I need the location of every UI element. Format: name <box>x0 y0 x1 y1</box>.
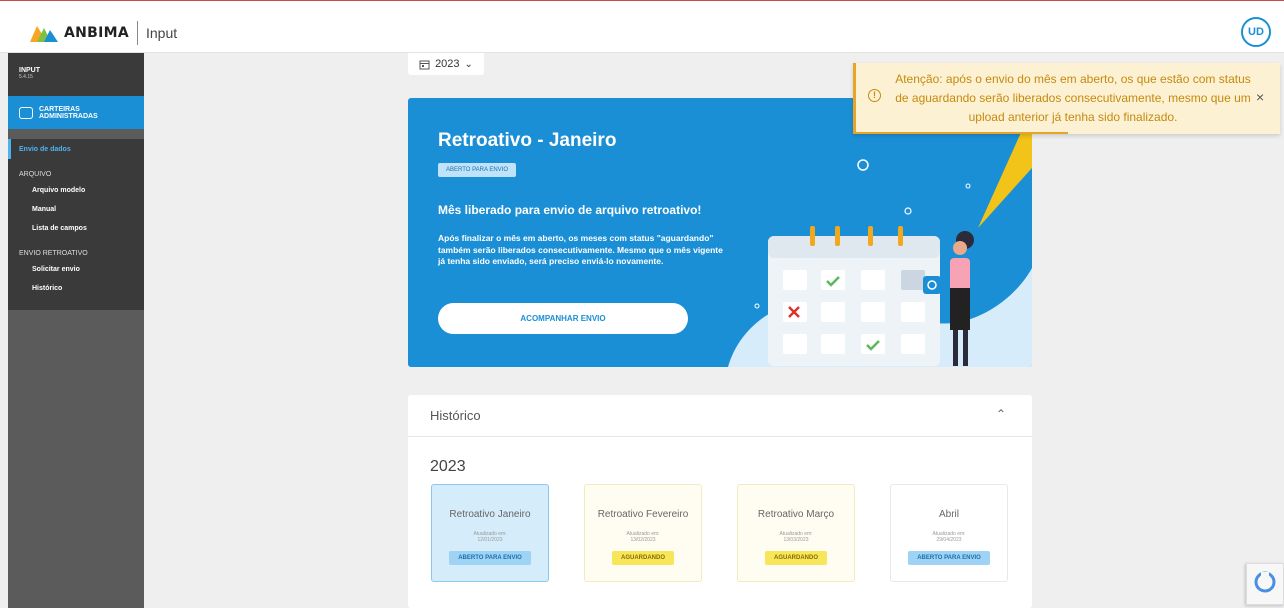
year-value: 2023 <box>435 58 460 70</box>
sidebar-item-lista-de-campos[interactable]: Lista de campos <box>8 219 144 238</box>
sidebar-item-envio-de-dados[interactable]: Envio de dados <box>8 139 144 159</box>
historico-year: 2023 <box>430 458 466 475</box>
year-selector[interactable]: 2023 ⌄ <box>408 53 484 75</box>
status-badge: ABERTO PARA ENVIO <box>438 163 517 177</box>
status-badge: ABERTO PARA ENVIO <box>908 551 990 565</box>
anbima-logo-icon <box>30 26 58 42</box>
month-name: Retroativo Fevereiro <box>597 508 689 520</box>
month-card-abril[interactable]: Abril Atualizado em: 29/04/2023 ABERTO P… <box>890 484 1008 582</box>
status-badge: AGUARDANDO <box>765 551 827 565</box>
toast-message: Atenção: após o envio do mês em aberto, … <box>895 72 1251 124</box>
sidebar-app-info: INPUT 5.4.15 <box>8 53 144 96</box>
sidebar-item-manual[interactable]: Manual <box>8 200 144 219</box>
month-card-janeiro[interactable]: Retroativo Janeiro Atualizado em: 12/01/… <box>431 484 549 582</box>
sidebar-menu: Envio de dados ARQUIVO Arquivo modelo Ma… <box>8 139 144 310</box>
close-icon[interactable]: × <box>1256 88 1264 107</box>
recaptcha-icon <box>1254 571 1276 593</box>
sidebar-section-envio-retroativo: ENVIO RETROATIVO <box>19 249 88 257</box>
hero-description: Após finalizar o mês em aberto, os meses… <box>438 233 723 266</box>
historico-panel: Histórico ⌃ 2023 Retroativo Janeiro Atua… <box>408 395 1032 608</box>
sidebar-item-arquivo-modelo[interactable]: Arquivo modelo <box>8 181 144 200</box>
module-label-line2: ADMINISTRADAS <box>39 112 98 120</box>
top-header: ANBIMA Input UD <box>0 0 1284 53</box>
module-label-line1: CARTEIRAS <box>39 105 80 113</box>
sidebar-module-carteiras[interactable]: CARTEIRAS ADMINISTRADAS <box>8 96 144 129</box>
anbima-logo[interactable]: ANBIMA Input <box>30 21 177 45</box>
app-name: Input <box>146 25 178 41</box>
month-card-marco[interactable]: Retroativo Março Atualizado em: 13/03/20… <box>737 484 855 582</box>
retroativo-hero-card: Retroativo - Janeiro ABERTO PARA ENVIO M… <box>408 98 1032 367</box>
sidebar-item-historico[interactable]: Histórico <box>8 279 144 298</box>
calendar-illustration <box>728 108 1032 367</box>
status-badge: ABERTO PARA ENVIO <box>449 551 531 565</box>
chevron-up-icon[interactable]: ⌃ <box>996 407 1006 421</box>
briefcase-icon <box>19 106 33 119</box>
month-updated-date: 13/02/2023 <box>630 537 656 543</box>
chevron-down-icon: ⌄ <box>464 58 473 70</box>
sidebar: INPUT 5.4.15 CARTEIRAS ADMINISTRADAS Env… <box>8 53 144 608</box>
sidebar-item-solicitar-envio[interactable]: Solicitar envio <box>8 260 144 279</box>
sidebar-title: INPUT <box>19 67 40 74</box>
month-name: Retroativo Janeiro <box>449 508 531 520</box>
month-name: Retroativo Março <box>757 508 835 520</box>
sidebar-section-arquivo: ARQUIVO <box>19 170 52 178</box>
toast-progress-bar <box>856 132 1068 134</box>
month-updated-date: 29/04/2023 <box>936 537 962 543</box>
alert-circle-icon: ! <box>868 89 881 102</box>
status-badge: AGUARDANDO <box>612 551 674 565</box>
month-card-fevereiro[interactable]: Retroativo Fevereiro Atualizado em: 13/0… <box>584 484 702 582</box>
warning-toast: ! Atenção: após o envio do mês em aberto… <box>853 63 1280 134</box>
recaptcha-badge[interactable] <box>1246 563 1284 605</box>
hero-title: Retroativo - Janeiro <box>438 130 617 151</box>
month-name: Abril <box>938 508 959 520</box>
calendar-icon <box>419 60 430 69</box>
month-updated-date: 13/03/2023 <box>783 537 809 543</box>
brand-name: ANBIMA <box>64 25 129 41</box>
user-avatar[interactable]: UD <box>1241 17 1271 47</box>
acompanhar-envio-button[interactable]: ACOMPANHAR ENVIO <box>438 303 688 334</box>
hero-subtitle: Mês liberado para envio de arquivo retro… <box>438 203 702 217</box>
historico-title: Histórico <box>430 408 481 423</box>
historico-header[interactable]: Histórico ⌃ <box>408 395 1032 437</box>
month-updated-date: 12/01/2023 <box>477 537 503 543</box>
logo-divider <box>137 21 138 45</box>
sidebar-version: 5.4.15 <box>19 74 33 80</box>
